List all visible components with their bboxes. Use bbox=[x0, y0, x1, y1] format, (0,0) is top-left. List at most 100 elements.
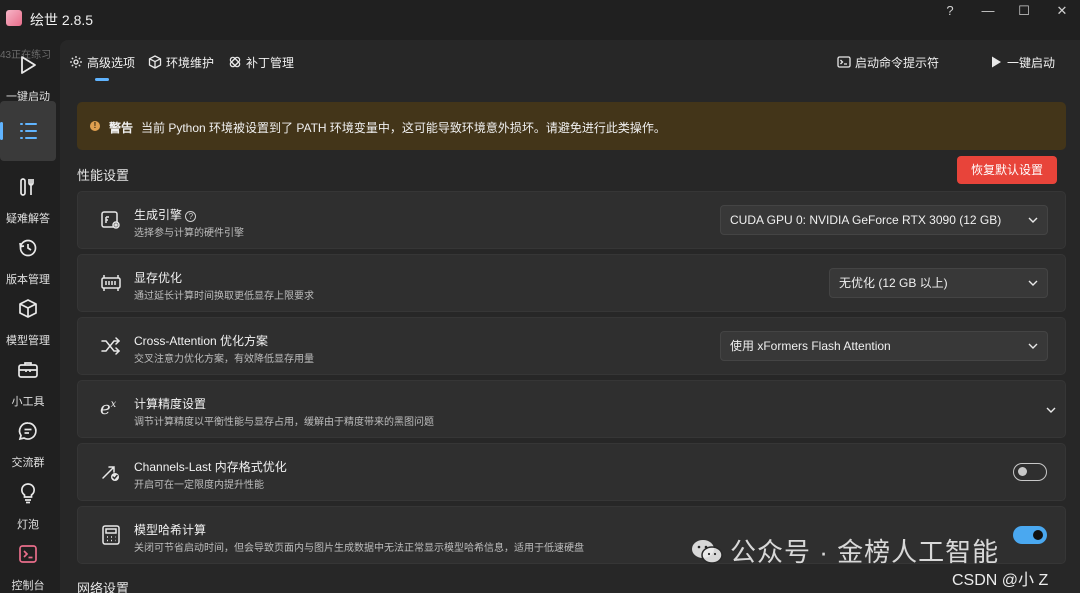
chevron-down-icon bbox=[1028, 280, 1038, 286]
setting-channels-last: Channels-Last 内存格式优化 开启可在一定限度内提升性能 bbox=[77, 443, 1066, 501]
warning-banner: ! 警告 当前 Python 环境被设置到了 PATH 环境变量中，这可能导致环… bbox=[77, 102, 1066, 150]
select-value: 无优化 (12 GB 以上) bbox=[839, 276, 948, 290]
app-logo-icon bbox=[6, 10, 22, 26]
title-bar: 绘世 2.8.5 ? — ☐ ✕ bbox=[0, 0, 1080, 40]
app-title: 绘世 2.8.5 bbox=[30, 12, 94, 28]
setting-title: 模型哈希计算 bbox=[134, 523, 207, 537]
generation-engine-select[interactable]: CUDA GPU 0: NVIDIA GeForce RTX 3090 (12 … bbox=[720, 205, 1048, 235]
tab-label: 高级选项 bbox=[87, 56, 136, 70]
sidebar-item-troubleshoot[interactable]: 疑难解答 bbox=[0, 168, 56, 228]
calculator-icon bbox=[102, 525, 120, 545]
cube-icon bbox=[19, 299, 37, 318]
shuffle-icon bbox=[101, 337, 121, 355]
toolbox-icon bbox=[18, 362, 38, 378]
sidebar-item-community[interactable]: 交流群 bbox=[0, 412, 56, 472]
setting-title: Cross-Attention 优化方案 bbox=[134, 334, 269, 348]
cmd-prompt-label: 启动命令提示符 bbox=[855, 56, 940, 70]
setting-title: Channels-Last 内存格式优化 bbox=[134, 460, 287, 474]
tools-icon bbox=[20, 178, 34, 196]
setting-title: 生成引擎 ? bbox=[134, 206, 197, 223]
setting-cross-attention: Cross-Attention 优化方案 交叉注意力优化方案，有效降低显存用量 … bbox=[77, 317, 1066, 375]
vram-optimization-select[interactable]: 无优化 (12 GB 以上) bbox=[829, 268, 1048, 298]
setting-generation-engine: 生成引擎 ? 选择参与计算的硬件引擎 CUDA GPU 0: NVIDIA Ge… bbox=[77, 191, 1066, 249]
setting-vram-optimization: 显存优化 通过延长计算时间换取更低显存上限要求 无优化 (12 GB 以上) bbox=[77, 254, 1066, 312]
arrow-check-icon bbox=[102, 466, 119, 481]
sidebar-item-label: 控制台 bbox=[11, 580, 45, 592]
sidebar-item-label: 版本管理 bbox=[6, 274, 50, 286]
close-button[interactable]: ✕ bbox=[1047, 3, 1077, 23]
wechat-icon bbox=[692, 540, 723, 564]
tab-active-indicator bbox=[95, 78, 109, 81]
list-icon bbox=[20, 123, 37, 139]
warning-title: 警告 bbox=[109, 121, 134, 135]
setting-title: 计算精度设置 bbox=[134, 397, 207, 411]
chevron-down-icon bbox=[1028, 217, 1038, 223]
cmd-prompt-button[interactable]: 启动命令提示符 bbox=[837, 54, 939, 74]
sidebar-item-advanced[interactable] bbox=[0, 101, 56, 161]
cross-attention-select[interactable]: 使用 xFormers Flash Attention bbox=[720, 331, 1048, 361]
setting-title: 显存优化 bbox=[134, 271, 183, 285]
tab-label: 环境维护 bbox=[166, 56, 215, 70]
csdn-watermark: CSDN @小 Z bbox=[952, 572, 1049, 589]
setting-subtitle: 关闭可节省启动时间，但会导致页面内与图片生成数据中无法正常显示模型哈希信息，适用… bbox=[134, 543, 584, 554]
wechat-watermark-text: 公众号 · 金榜人工智能 bbox=[730, 537, 1000, 567]
sidebar: 43正在练习 一键启动 疑难解答 版本管理 模型管理 小工具 交流群 灯泡 控制… bbox=[0, 40, 60, 593]
launch-label: 一键启动 bbox=[1007, 56, 1056, 70]
launch-button[interactable]: 一键启动 bbox=[989, 54, 1055, 74]
sidebar-item-label: 交流群 bbox=[11, 457, 45, 469]
chat-icon bbox=[18, 422, 37, 441]
select-value: CUDA GPU 0: NVIDIA GeForce RTX 3090 (12 … bbox=[730, 213, 1002, 227]
gear-icon bbox=[70, 56, 82, 68]
select-value: 使用 xFormers Flash Attention bbox=[730, 339, 891, 353]
network-section-title: 网络设置 bbox=[77, 581, 130, 593]
setting-subtitle: 交叉注意力优化方案，有效降低显存用量 bbox=[134, 354, 314, 365]
active-indicator bbox=[0, 122, 3, 140]
console-icon bbox=[19, 545, 37, 563]
history-icon bbox=[19, 239, 37, 257]
exponent-icon: ex bbox=[100, 398, 117, 419]
sidebar-item-label: 疑难解答 bbox=[6, 213, 50, 225]
maximize-button[interactable]: ☐ bbox=[1009, 3, 1039, 23]
sidebar-item-models[interactable]: 模型管理 bbox=[0, 290, 56, 350]
tab-bar: 高级选项 环境维护 补丁管理 启动命令提示符 一键启动 bbox=[60, 40, 1080, 88]
memory-chip-icon bbox=[101, 275, 121, 291]
package-icon bbox=[148, 55, 162, 69]
sidebar-item-versions[interactable]: 版本管理 bbox=[0, 229, 56, 289]
sidebar-item-launch[interactable]: 一键启动 bbox=[0, 46, 56, 106]
sidebar-item-tools[interactable]: 小工具 bbox=[0, 351, 56, 411]
play-icon bbox=[21, 56, 36, 74]
lightbulb-icon bbox=[20, 483, 36, 504]
warning-text: 当前 Python 环境被设置到了 PATH 环境变量中，这可能导致环境意外损坏… bbox=[141, 121, 666, 135]
chevron-down-icon bbox=[1028, 343, 1038, 349]
reset-defaults-button[interactable]: 恢复默认设置 bbox=[957, 156, 1057, 184]
sidebar-item-console[interactable]: 控制台 bbox=[0, 535, 56, 593]
tab-label: 补丁管理 bbox=[246, 56, 295, 70]
sidebar-item-bulb[interactable]: 灯泡 bbox=[0, 474, 56, 534]
terminal-icon bbox=[837, 56, 851, 68]
help-circle-icon[interactable]: ? bbox=[185, 211, 197, 222]
engine-icon bbox=[101, 211, 120, 229]
help-button[interactable]: ? bbox=[935, 3, 965, 23]
chevron-down-icon bbox=[1046, 407, 1056, 413]
setting-precision-expander[interactable]: ex 计算精度设置 调节计算精度以平衡性能与显存占用，缓解由于精度带来的黑图问题 bbox=[77, 380, 1066, 438]
setting-subtitle: 选择参与计算的硬件引擎 bbox=[134, 228, 244, 239]
play-icon bbox=[992, 56, 1001, 68]
minimize-button[interactable]: — bbox=[973, 3, 1003, 23]
toggle-knob bbox=[1033, 530, 1043, 540]
setting-subtitle: 通过延长计算时间换取更低显存上限要求 bbox=[134, 291, 314, 302]
wechat-watermark: 公众号 · 金榜人工智能 bbox=[690, 532, 999, 569]
performance-section-title: 性能设置 bbox=[77, 168, 130, 183]
model-hash-toggle[interactable] bbox=[1013, 526, 1047, 544]
tab-environment[interactable]: 环境维护 bbox=[148, 54, 214, 74]
warning-icon: ! bbox=[90, 121, 100, 131]
sidebar-item-label: 小工具 bbox=[11, 396, 45, 408]
sidebar-item-label: 灯泡 bbox=[17, 519, 39, 531]
channels-last-toggle[interactable] bbox=[1013, 463, 1047, 481]
sidebar-item-label: 模型管理 bbox=[6, 335, 50, 347]
setting-subtitle: 调节计算精度以平衡性能与显存占用，缓解由于精度带来的黑图问题 bbox=[134, 417, 434, 428]
setting-subtitle: 开启可在一定限度内提升性能 bbox=[134, 480, 264, 491]
main-panel: 高级选项 环境维护 补丁管理 启动命令提示符 一键启动 ! 警告 当前 Pyth… bbox=[60, 40, 1080, 593]
patch-icon bbox=[229, 56, 241, 68]
tab-advanced-options[interactable]: 高级选项 bbox=[69, 54, 135, 74]
tab-patches[interactable]: 补丁管理 bbox=[228, 54, 294, 74]
